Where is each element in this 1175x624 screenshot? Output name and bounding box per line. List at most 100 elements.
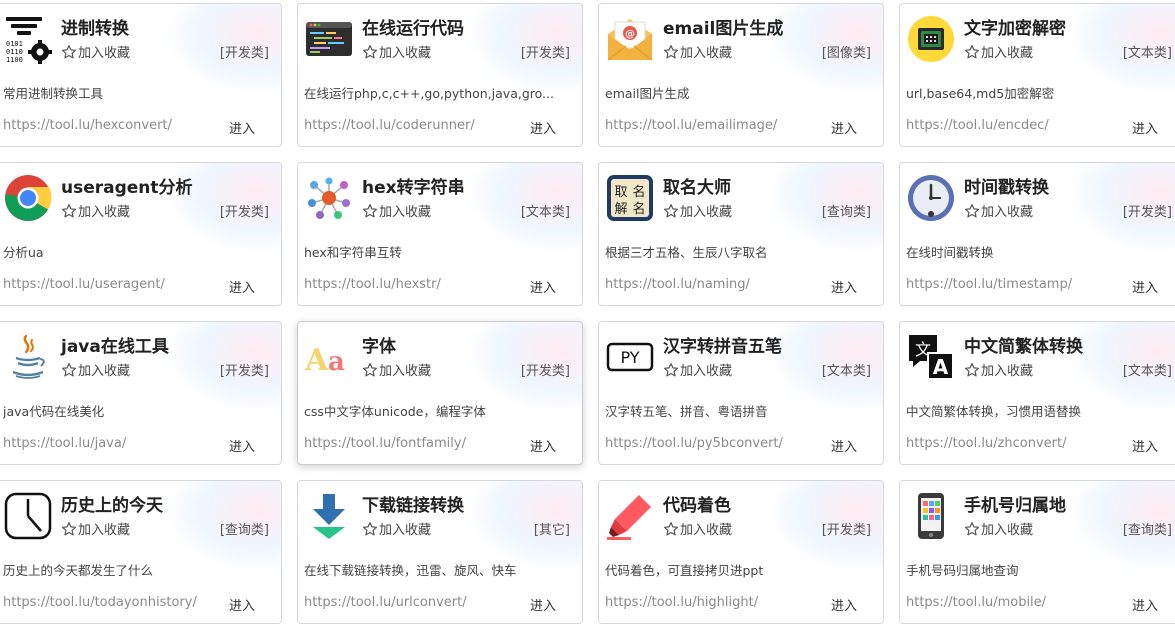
enter-link[interactable]: 进入 bbox=[530, 277, 556, 296]
add-favorite-button[interactable]: 加入收藏 bbox=[362, 201, 431, 220]
molecule-icon[interactable] bbox=[304, 173, 354, 223]
enter-link[interactable]: 进入 bbox=[229, 595, 255, 614]
tool-card[interactable]: useragent分析 加入收藏 [开发类] 分析ua https://tool… bbox=[0, 162, 282, 306]
add-favorite-button[interactable]: 加入收藏 bbox=[663, 360, 732, 379]
translate-icon[interactable]: 文 A bbox=[906, 332, 956, 382]
tool-card[interactable]: A a 字体 加入收藏 [开发类] css中文字体unicode，编程字体 ht… bbox=[297, 321, 583, 465]
highlighter-icon[interactable] bbox=[605, 491, 655, 541]
svg-text:0101: 0101 bbox=[6, 40, 23, 48]
enter-link[interactable]: 进入 bbox=[831, 436, 857, 455]
tool-title[interactable]: 历史上的今天 bbox=[61, 491, 163, 516]
tool-url-link[interactable]: https://tool.lu/naming/ bbox=[605, 277, 750, 292]
tool-url-link[interactable]: https://tool.lu/java/ bbox=[3, 436, 126, 451]
add-favorite-button[interactable]: 加入收藏 bbox=[362, 519, 431, 538]
tool-url-link[interactable]: https://tool.lu/urlconvert/ bbox=[304, 595, 467, 610]
safe-lock-icon[interactable] bbox=[906, 14, 956, 64]
enter-link[interactable]: 进入 bbox=[1132, 436, 1158, 455]
add-favorite-button[interactable]: 加入收藏 bbox=[61, 42, 130, 61]
add-favorite-button[interactable]: 加入收藏 bbox=[61, 519, 130, 538]
tool-url-link[interactable]: https://tool.lu/highlight/ bbox=[605, 595, 758, 610]
naming-seal-icon[interactable]: 取 名 解 名 bbox=[605, 173, 655, 223]
tool-title[interactable]: 代码着色 bbox=[663, 491, 731, 516]
enter-link[interactable]: 进入 bbox=[1132, 118, 1158, 137]
tool-url-link[interactable]: https://tool.lu/hexstr/ bbox=[304, 277, 441, 292]
tool-url-link[interactable]: https://tool.lu/useragent/ bbox=[3, 277, 165, 292]
enter-link[interactable]: 进入 bbox=[1132, 277, 1158, 296]
tool-url-link[interactable]: https://tool.lu/py5bconvert/ bbox=[605, 436, 783, 451]
chrome-icon[interactable] bbox=[3, 173, 53, 223]
star-icon bbox=[61, 362, 77, 378]
download-arrow-icon[interactable] bbox=[304, 491, 354, 541]
tool-url-link[interactable]: https://tool.lu/encdec/ bbox=[906, 118, 1049, 133]
add-favorite-label: 加入收藏 bbox=[379, 364, 432, 379]
tool-title[interactable]: 取名大师 bbox=[663, 173, 731, 198]
enter-link[interactable]: 进入 bbox=[530, 118, 556, 137]
binary-gear-icon[interactable]: 0101 0110 1100 bbox=[3, 14, 53, 64]
tool-card[interactable]: 在线运行代码 加入收藏 [开发类] 在线运行php,c,c++,go,pytho… bbox=[297, 3, 583, 147]
tool-card[interactable]: 文字加密解密 加入收藏 [文本类] url,base64,md5加密解密 htt… bbox=[899, 3, 1175, 147]
java-cup-icon[interactable] bbox=[3, 332, 53, 382]
tool-url-link[interactable]: https://tool.lu/coderunner/ bbox=[304, 118, 475, 133]
enter-link[interactable]: 进入 bbox=[831, 118, 857, 137]
clock-icon[interactable] bbox=[906, 173, 956, 223]
enter-link[interactable]: 进入 bbox=[530, 595, 556, 614]
tool-title[interactable]: email图片生成 bbox=[663, 14, 783, 39]
tool-title[interactable]: 汉字转拼音五笔 bbox=[663, 332, 782, 357]
mobile-phone-icon[interactable] bbox=[906, 491, 956, 541]
tool-title[interactable]: 下载链接转换 bbox=[362, 491, 464, 516]
tool-title[interactable]: hex转字符串 bbox=[362, 173, 465, 198]
tool-card[interactable]: 手机号归属地 加入收藏 [查询类] 手机号码归属地查询 https://tool… bbox=[899, 480, 1175, 624]
tool-title[interactable]: 文字加密解密 bbox=[964, 14, 1066, 39]
py-badge-icon[interactable]: PY bbox=[605, 332, 655, 382]
history-clock-icon[interactable] bbox=[3, 491, 53, 541]
add-favorite-button[interactable]: 加入收藏 bbox=[964, 519, 1033, 538]
tool-title[interactable]: 在线运行代码 bbox=[362, 14, 464, 39]
tool-card[interactable]: java在线工具 加入收藏 [开发类] java代码在线美化 https://t… bbox=[0, 321, 282, 465]
enter-link[interactable]: 进入 bbox=[831, 595, 857, 614]
add-favorite-button[interactable]: 加入收藏 bbox=[61, 201, 130, 220]
tool-description: 分析ua bbox=[3, 245, 44, 260]
tool-title[interactable]: 中文简繁体转换 bbox=[964, 332, 1083, 357]
tool-url-link[interactable]: https://tool.lu/hexconvert/ bbox=[3, 118, 172, 133]
add-favorite-button[interactable]: 加入收藏 bbox=[362, 360, 431, 379]
tool-card[interactable]: PY 汉字转拼音五笔 加入收藏 [文本类] 汉字转五笔、拼音、粤语拼音 http… bbox=[598, 321, 884, 465]
tool-url-link[interactable]: https://tool.lu/timestamp/ bbox=[906, 277, 1072, 292]
add-favorite-button[interactable]: 加入收藏 bbox=[964, 360, 1033, 379]
add-favorite-button[interactable]: 加入收藏 bbox=[663, 519, 732, 538]
enter-link[interactable]: 进入 bbox=[229, 118, 255, 137]
tool-card[interactable]: 代码着色 加入收藏 [开发类] 代码着色，可直接拷贝进ppt https://t… bbox=[598, 480, 884, 624]
add-favorite-button[interactable]: 加入收藏 bbox=[964, 42, 1033, 61]
add-favorite-button[interactable]: 加入收藏 bbox=[362, 42, 431, 61]
enter-link[interactable]: 进入 bbox=[229, 277, 255, 296]
tool-title[interactable]: 时间戳转换 bbox=[964, 173, 1049, 198]
add-favorite-button[interactable]: 加入收藏 bbox=[663, 42, 732, 61]
enter-link[interactable]: 进入 bbox=[530, 436, 556, 455]
tool-url-link[interactable]: https://tool.lu/zhconvert/ bbox=[906, 436, 1067, 451]
tool-card[interactable]: 时间戳转换 加入收藏 [开发类] 在线时间戳转换 https://tool.lu… bbox=[899, 162, 1175, 306]
code-editor-icon[interactable] bbox=[304, 14, 354, 64]
tool-title[interactable]: 手机号归属地 bbox=[964, 491, 1066, 516]
enter-link[interactable]: 进入 bbox=[831, 277, 857, 296]
tool-url-link[interactable]: https://tool.lu/todayonhistory/ bbox=[3, 595, 197, 610]
email-envelope-icon[interactable]: @ bbox=[605, 14, 655, 64]
tool-url-link[interactable]: https://tool.lu/mobile/ bbox=[906, 595, 1046, 610]
tool-title[interactable]: useragent分析 bbox=[61, 173, 193, 198]
tool-card[interactable]: 0101 0110 1100 进制转换 加入收藏 [开发类] 常用进制转换工具 … bbox=[0, 3, 282, 147]
add-favorite-button[interactable]: 加入收藏 bbox=[663, 201, 732, 220]
add-favorite-button[interactable]: 加入收藏 bbox=[964, 201, 1033, 220]
tool-card[interactable]: hex转字符串 加入收藏 [文本类] hex和字符串互转 https://too… bbox=[297, 162, 583, 306]
tool-url-link[interactable]: https://tool.lu/emailimage/ bbox=[605, 118, 777, 133]
tool-card[interactable]: 取 名 解 名 取名大师 加入收藏 [查询类] 根据三才五格、生辰八字取名 ht… bbox=[598, 162, 884, 306]
tool-title[interactable]: 字体 bbox=[362, 332, 396, 357]
tool-card[interactable]: 文 A 中文简繁体转换 加入收藏 [文本类] 中文简繁体转换，习惯用语替换 ht… bbox=[899, 321, 1175, 465]
font-aa-icon[interactable]: A a bbox=[304, 332, 354, 382]
tool-title[interactable]: 进制转换 bbox=[61, 14, 129, 39]
tool-card[interactable]: 历史上的今天 加入收藏 [查询类] 历史上的今天都发生了什么 https://t… bbox=[0, 480, 282, 624]
add-favorite-button[interactable]: 加入收藏 bbox=[61, 360, 130, 379]
tool-url-link[interactable]: https://tool.lu/fontfamily/ bbox=[304, 436, 466, 451]
tool-card[interactable]: @ email图片生成 加入收藏 [图像类] email图片生成 https:/… bbox=[598, 3, 884, 147]
tool-card[interactable]: 下载链接转换 加入收藏 [其它] 在线下载链接转换，迅雷、旋风、快车 https… bbox=[297, 480, 583, 624]
tool-title[interactable]: java在线工具 bbox=[61, 332, 169, 357]
enter-link[interactable]: 进入 bbox=[229, 436, 255, 455]
enter-link[interactable]: 进入 bbox=[1132, 595, 1158, 614]
